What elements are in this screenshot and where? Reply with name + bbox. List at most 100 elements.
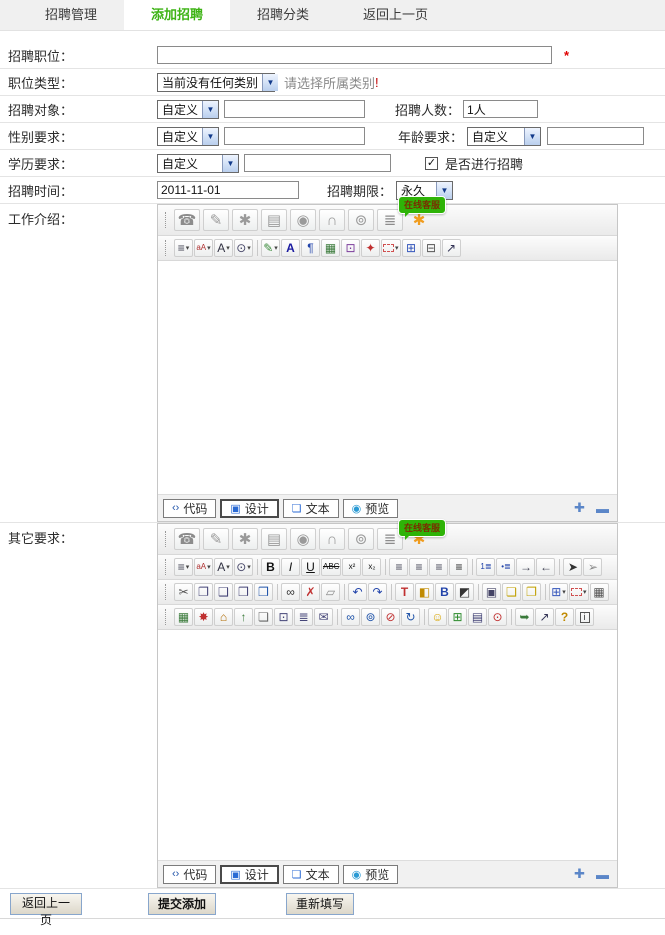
strikethrough-button[interactable]: ABC — [321, 558, 341, 576]
tools-button[interactable]: ✦ — [361, 239, 380, 257]
headset-icon[interactable]: ∩ — [319, 209, 345, 231]
cursor-button[interactable]: ➤ — [563, 558, 582, 576]
tab-recruit-category[interactable]: 招聘分类 — [230, 0, 336, 30]
undo-button[interactable]: ↶ — [348, 583, 367, 601]
background-color-button[interactable]: B — [435, 583, 454, 601]
paste-button[interactable]: ❑ — [214, 583, 233, 601]
find-button[interactable]: ∞ — [281, 583, 300, 601]
gender-input[interactable] — [224, 127, 365, 145]
gradient-button[interactable]: ◩ — [455, 583, 474, 601]
unordered-list-button[interactable]: •≣ — [496, 558, 515, 576]
panel-card-icon[interactable]: ▤ — [261, 528, 287, 550]
outdent-button[interactable]: ← — [536, 558, 555, 576]
headcount-input[interactable] — [463, 100, 538, 118]
insert-table-button[interactable]: ⊞ — [402, 239, 421, 257]
mode-tab-code[interactable]: ‹›代码 — [163, 499, 216, 518]
job-category-select[interactable]: 当前没有任何类别 ▼ — [157, 73, 275, 92]
fullscreen-button[interactable]: ↗ — [442, 239, 461, 257]
ordered-list-button[interactable]: 1≣ — [476, 558, 495, 576]
highlight-color-button[interactable]: ◧ — [415, 583, 434, 601]
align-center-button[interactable]: ≡ — [409, 558, 428, 576]
align-right-button[interactable]: ≡ — [429, 558, 448, 576]
paragraph-style-button[interactable]: ≡▾ — [174, 239, 193, 257]
shrink-editor-button[interactable]: ▬ — [596, 867, 609, 882]
recruit-target-select[interactable]: 自定义 ▼ — [157, 100, 219, 119]
marquee-button[interactable]: ✉ — [314, 608, 333, 626]
recruit-time-input[interactable] — [157, 181, 299, 199]
send-back-button[interactable]: ❐ — [522, 583, 541, 601]
reset-button[interactable]: 重新填写 — [286, 893, 354, 915]
tab-recruit-manage[interactable]: 招聘管理 — [18, 0, 124, 30]
about-button[interactable]: i — [575, 608, 594, 626]
underline-button[interactable]: U — [301, 558, 320, 576]
zoom-button[interactable]: ⊙▾ — [234, 558, 253, 576]
panel-card-icon[interactable]: ▤ — [261, 209, 287, 231]
bring-front-button[interactable]: ❏ — [502, 583, 521, 601]
dashed-area-button[interactable]: ▾ — [569, 583, 589, 601]
container-button[interactable]: ▣ — [482, 583, 501, 601]
indent-button[interactable]: → — [516, 558, 535, 576]
signature-pen-icon[interactable]: ✎ — [203, 528, 229, 550]
dashed-area-button[interactable]: ▾ — [381, 239, 401, 257]
grow-editor-button[interactable]: ✚ — [574, 866, 585, 882]
unlink-button[interactable]: ⊘ — [381, 608, 400, 626]
media-doc-button[interactable]: ⊡ — [274, 608, 293, 626]
headset-icon[interactable]: ∩ — [319, 528, 345, 550]
mode-tab-text[interactable]: ❏文本 — [283, 865, 339, 884]
globe-icon[interactable]: ◉ — [290, 528, 316, 550]
insert-image-button[interactable]: ▦ — [321, 239, 340, 257]
phone-icon[interactable]: ☎ — [174, 209, 200, 231]
mode-tab-preview[interactable]: ◉预览 — [343, 499, 399, 518]
online-service-badge[interactable]: 在线客服 — [398, 196, 446, 214]
education-input[interactable] — [244, 154, 391, 172]
align-left-button[interactable]: ≡ — [389, 558, 408, 576]
edit-mode-button[interactable]: ✎▾ — [261, 239, 280, 257]
emoticon-button[interactable]: ☺ — [428, 608, 447, 626]
mode-tab-preview[interactable]: ◉预览 — [343, 865, 399, 884]
paste-text-button[interactable]: ❒ — [234, 583, 253, 601]
group-icon[interactable]: ⊚ — [348, 528, 374, 550]
globe-icon[interactable]: ◉ — [290, 209, 316, 231]
refresh-button[interactable]: ↻ — [401, 608, 420, 626]
frame-button[interactable]: ▦ — [590, 583, 609, 601]
paragraph-style-button[interactable]: ≡▾ — [174, 558, 193, 576]
job-title-input[interactable] — [157, 46, 552, 64]
zoom-button[interactable]: ⊙▾ — [234, 239, 253, 257]
recruiting-checkbox[interactable]: ✓ — [425, 157, 438, 170]
font-size-button[interactable]: A▾ — [214, 558, 233, 576]
signature-pen-icon[interactable]: ✎ — [203, 209, 229, 231]
age-select[interactable]: 自定义 ▼ — [467, 127, 541, 146]
copy-button[interactable]: ❐ — [194, 583, 213, 601]
mode-tab-design[interactable]: ▣设计 — [220, 499, 278, 518]
cut-button[interactable]: ✂ — [174, 583, 193, 601]
group-icon[interactable]: ⊚ — [348, 209, 374, 231]
italic-button[interactable]: I — [281, 558, 300, 576]
font-color-button[interactable]: A — [281, 239, 300, 257]
back-button[interactable]: 返回上一页 — [10, 893, 82, 915]
education-select[interactable]: 自定义 ▼ — [157, 154, 239, 173]
import-excel-button[interactable]: ⊞ — [448, 608, 467, 626]
age-input[interactable] — [547, 127, 644, 145]
mode-tab-design[interactable]: ▣设计 — [220, 865, 278, 884]
paragraph-format-button[interactable]: ¶ — [301, 239, 320, 257]
insert-chart-button[interactable]: ⌂ — [214, 608, 233, 626]
phone-icon[interactable]: ☎ — [174, 528, 200, 550]
editor-content-area[interactable] — [158, 630, 617, 861]
submit-button[interactable]: 提交添加 — [148, 893, 216, 915]
tab-add-recruit[interactable]: 添加招聘 — [124, 0, 230, 30]
gender-select[interactable]: 自定义 ▼ — [157, 127, 219, 146]
font-name-button[interactable]: aA▾ — [194, 558, 213, 576]
table-menu-button[interactable]: ⊞▾ — [549, 583, 568, 601]
eraser-button[interactable]: ▱ — [321, 583, 340, 601]
align-justify-button[interactable]: ≡ — [449, 558, 468, 576]
help-button[interactable]: ? — [555, 608, 574, 626]
insert-flash-button[interactable]: ✸ — [194, 608, 213, 626]
editor-content-area[interactable] — [158, 261, 617, 495]
shrink-editor-button[interactable]: ▬ — [596, 501, 609, 516]
bold-button[interactable]: B — [261, 558, 280, 576]
fullscreen-button[interactable]: ↗ — [535, 608, 554, 626]
anchor-link-button[interactable]: ⊚ — [361, 608, 380, 626]
delete-button[interactable]: ✗ — [301, 583, 320, 601]
recruit-target-input[interactable] — [224, 100, 365, 118]
upload-button[interactable]: ↑ — [234, 608, 253, 626]
